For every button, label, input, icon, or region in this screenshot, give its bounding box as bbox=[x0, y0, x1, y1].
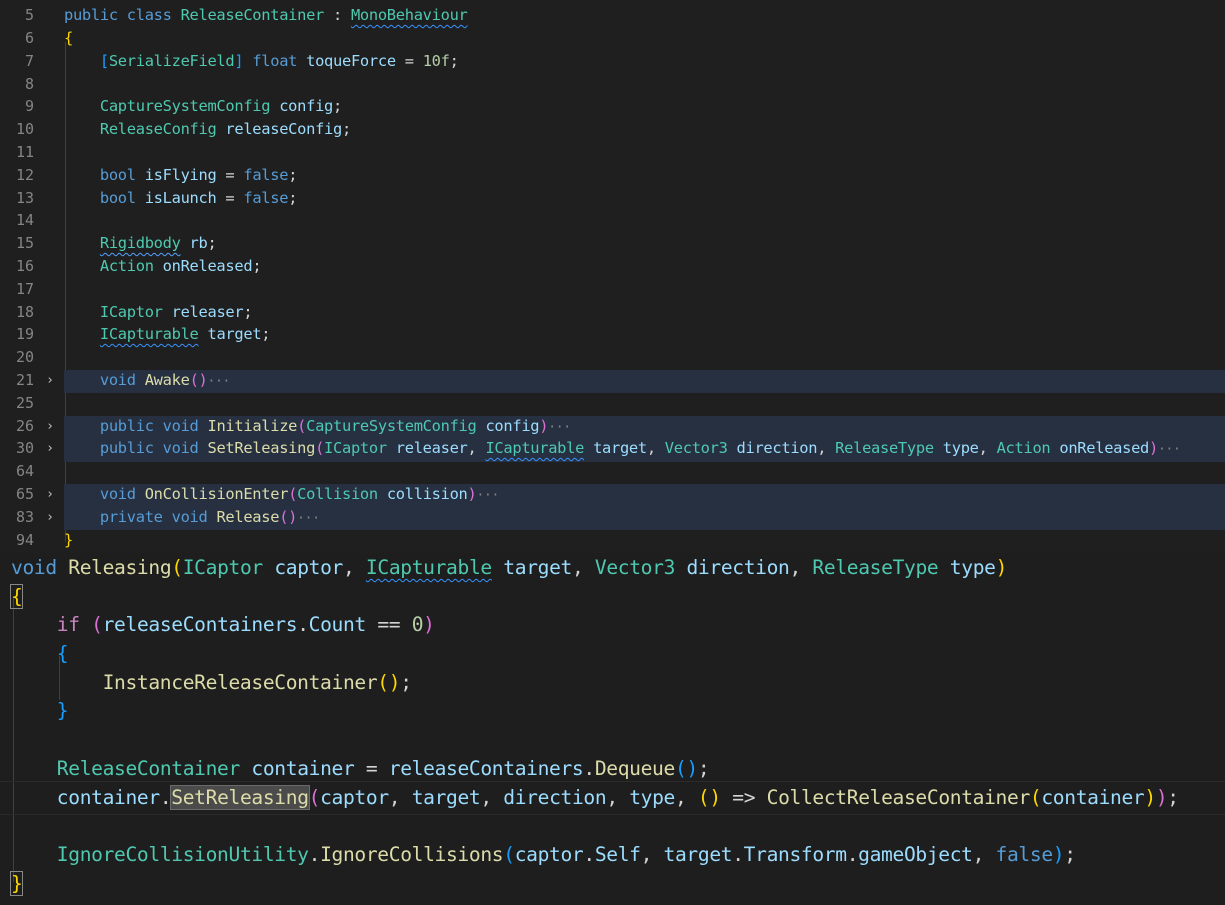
code-line[interactable]: } bbox=[0, 869, 1225, 898]
folded-ellipsis-icon[interactable]: ··· bbox=[1158, 442, 1181, 457]
line-text: { bbox=[9, 584, 24, 609]
line-text: bool isFlying = false; bbox=[99, 166, 298, 184]
code-line[interactable]: 5 public class ReleaseContainer : MonoBe… bbox=[0, 4, 1225, 27]
bottom-editor-pane[interactable]: void Releasing(ICaptor captor, ICapturab… bbox=[0, 553, 1225, 905]
line-number: 18 bbox=[15, 303, 34, 321]
line-text: ICapturable target; bbox=[99, 325, 271, 343]
line-number: 30 bbox=[15, 439, 34, 457]
line-number: 65 bbox=[15, 485, 34, 503]
line-text: void Releasing(ICaptor captor, ICapturab… bbox=[11, 556, 1008, 579]
code-line[interactable]: 6 { bbox=[0, 27, 1225, 50]
code-line[interactable] bbox=[0, 811, 1225, 840]
line-number: 64 bbox=[15, 462, 34, 480]
code-line[interactable]: 15 Rigidbody rb; bbox=[0, 232, 1225, 255]
line-text: public void SetReleasing(ICaptor release… bbox=[99, 439, 1181, 457]
line-number: 12 bbox=[15, 166, 34, 184]
line-text: CaptureSystemConfig config; bbox=[99, 97, 342, 115]
line-number: 9 bbox=[24, 97, 34, 115]
line-number: 17 bbox=[15, 280, 34, 298]
fold-chevron-icon[interactable]: › bbox=[40, 483, 60, 506]
code-line[interactable]: if (releaseContainers.Count == 0) bbox=[0, 610, 1225, 639]
code-line[interactable]: 21 › void Awake()··· bbox=[0, 369, 1225, 392]
fold-chevron-icon[interactable]: › bbox=[40, 415, 60, 438]
line-number: 83 bbox=[15, 508, 34, 526]
code-line[interactable] bbox=[0, 725, 1225, 754]
code-line[interactable]: 83 › private void Release()··· bbox=[0, 506, 1225, 529]
line-number: 16 bbox=[15, 257, 34, 275]
line-number: 14 bbox=[15, 211, 34, 229]
line-text: } bbox=[11, 699, 69, 722]
folded-ellipsis-icon[interactable]: ··· bbox=[548, 420, 571, 435]
line-text: Rigidbody rb; bbox=[99, 234, 217, 252]
line-number: 11 bbox=[15, 143, 34, 161]
line-text: IgnoreCollisionUtility.IgnoreCollisions(… bbox=[56, 843, 1076, 866]
code-line[interactable]: container.SetReleasing(captor, target, d… bbox=[0, 783, 1225, 812]
line-number: 10 bbox=[15, 120, 34, 138]
folded-ellipsis-icon[interactable]: ··· bbox=[208, 374, 231, 389]
line-text: container.SetReleasing(captor, target, d… bbox=[56, 785, 1179, 810]
code-line[interactable]: InstanceReleaseContainer(); bbox=[0, 668, 1225, 697]
line-number: 7 bbox=[24, 52, 34, 70]
code-line[interactable]: 94 } bbox=[0, 529, 1225, 552]
line-text: Action onReleased; bbox=[99, 257, 262, 275]
line-text: if (releaseContainers.Count == 0) bbox=[56, 613, 435, 636]
fold-chevron-icon[interactable]: › bbox=[40, 506, 60, 529]
code-line[interactable]: ReleaseContainer container = releaseCont… bbox=[0, 754, 1225, 783]
code-line[interactable]: 10 ReleaseConfig releaseConfig; bbox=[0, 118, 1225, 141]
line-text: public class ReleaseContainer : MonoBeha… bbox=[64, 6, 468, 24]
line-text: void Awake()··· bbox=[99, 371, 231, 389]
code-line[interactable]: 30 › public void SetReleasing(ICaptor re… bbox=[0, 437, 1225, 460]
code-line[interactable]: void Releasing(ICaptor captor, ICapturab… bbox=[0, 553, 1225, 582]
line-number: 13 bbox=[15, 189, 34, 207]
code-line[interactable]: 13 bool isLaunch = false; bbox=[0, 187, 1225, 210]
code-line[interactable]: { bbox=[0, 639, 1225, 668]
line-number: 6 bbox=[24, 29, 34, 47]
code-line[interactable]: 65 › void OnCollisionEnter(Collision col… bbox=[0, 483, 1225, 506]
folded-ellipsis-icon[interactable]: ··· bbox=[297, 511, 320, 526]
code-line[interactable]: 14 bbox=[0, 209, 1225, 232]
code-line[interactable]: 8 bbox=[0, 73, 1225, 96]
code-line[interactable]: 7 [SerializeField] float toqueForce = 10… bbox=[0, 50, 1225, 73]
line-text: { bbox=[11, 642, 69, 665]
line-text: private void Release()··· bbox=[99, 508, 320, 526]
line-text: ICaptor releaser; bbox=[99, 303, 253, 321]
line-text: [SerializeField] float toqueForce = 10f; bbox=[99, 52, 459, 70]
code-line[interactable]: 9 CaptureSystemConfig config; bbox=[0, 95, 1225, 118]
line-text: void OnCollisionEnter(Collision collisio… bbox=[99, 485, 500, 503]
line-number: 15 bbox=[15, 234, 34, 252]
code-line[interactable]: 26 › public void Initialize(CaptureSyste… bbox=[0, 415, 1225, 438]
line-number: 25 bbox=[15, 394, 34, 412]
code-line[interactable]: 19 ICapturable target; bbox=[0, 323, 1225, 346]
code-line[interactable]: 12 bool isFlying = false; bbox=[0, 164, 1225, 187]
fold-chevron-icon[interactable]: › bbox=[40, 437, 60, 460]
code-line[interactable]: { bbox=[0, 582, 1225, 611]
code-line[interactable]: IgnoreCollisionUtility.IgnoreCollisions(… bbox=[0, 840, 1225, 869]
folded-ellipsis-icon[interactable]: ··· bbox=[477, 488, 500, 503]
line-text: bool isLaunch = false; bbox=[99, 189, 298, 207]
code-line[interactable]: 64 bbox=[0, 460, 1225, 483]
line-number: 21 bbox=[15, 371, 34, 389]
line-number: 5 bbox=[24, 6, 34, 24]
line-text: ReleaseConfig releaseConfig; bbox=[99, 120, 351, 138]
line-number: 19 bbox=[15, 325, 34, 343]
code-line[interactable]: 17 bbox=[0, 278, 1225, 301]
code-line[interactable]: 25 bbox=[0, 392, 1225, 415]
line-number: 8 bbox=[24, 75, 34, 93]
line-text: public void Initialize(CaptureSystemConf… bbox=[99, 417, 571, 435]
line-text: InstanceReleaseContainer(); bbox=[102, 671, 412, 694]
code-line[interactable]: 18 ICaptor releaser; bbox=[0, 301, 1225, 324]
top-editor-pane[interactable]: 5 public class ReleaseContainer : MonoBe… bbox=[0, 0, 1225, 553]
line-text: ReleaseContainer container = releaseCont… bbox=[56, 757, 710, 780]
code-line[interactable]: 11 bbox=[0, 141, 1225, 164]
line-number: 94 bbox=[15, 531, 34, 549]
line-number: 26 bbox=[15, 417, 34, 435]
code-line[interactable]: } bbox=[0, 696, 1225, 725]
line-number: 20 bbox=[15, 348, 34, 366]
line-text: } bbox=[9, 871, 24, 896]
fold-chevron-icon[interactable]: › bbox=[40, 369, 60, 392]
code-line[interactable]: 20 bbox=[0, 346, 1225, 369]
line-text: } bbox=[64, 531, 73, 549]
line-text: { bbox=[64, 29, 73, 47]
code-line[interactable]: 16 Action onReleased; bbox=[0, 255, 1225, 278]
